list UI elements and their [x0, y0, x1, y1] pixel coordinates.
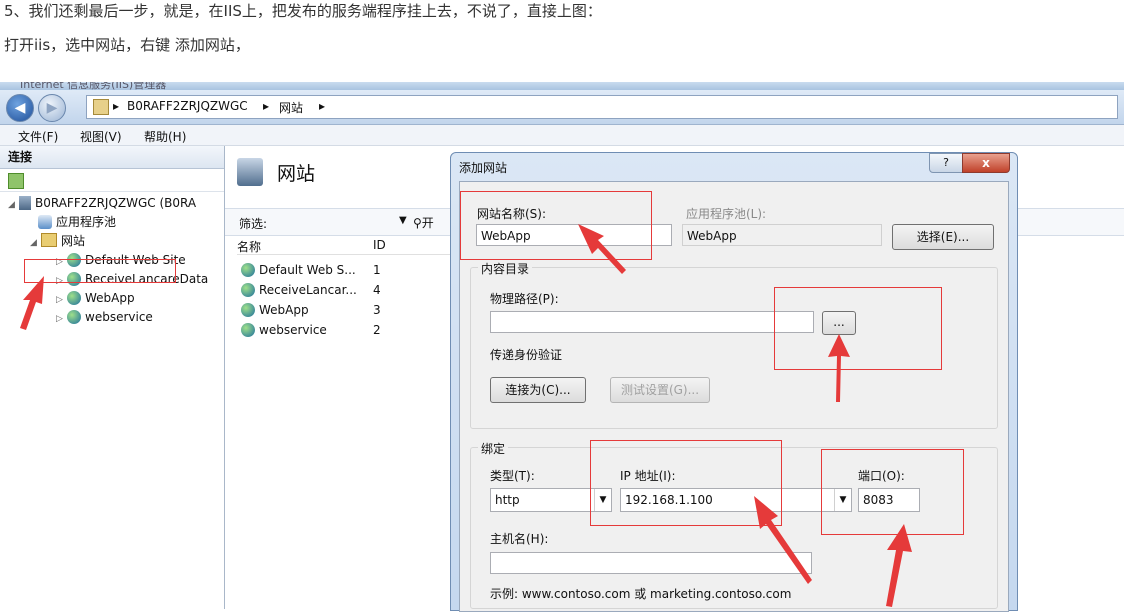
- binoculars-icon: ⚲: [413, 216, 422, 230]
- forward-button[interactable]: ▶: [38, 94, 66, 122]
- type-label: 类型(T):: [490, 469, 535, 483]
- breadcrumb-separator-icon: ▸: [263, 99, 270, 113]
- connections-pane: 连接 ◢ B0RAFF2ZRJQZWGC (B0RA 应用程序池 ◢ 网站 ▷ Def…: [0, 146, 225, 609]
- page-title-text: 网站: [277, 163, 316, 185]
- tree-node-site[interactable]: ▷ WebApp: [56, 289, 135, 307]
- physical-path-input[interactable]: [490, 311, 814, 333]
- connections-toolbar: [0, 169, 224, 192]
- highlight-box-browse: [774, 287, 942, 370]
- address-bar: ◀ ▶ ▸ B0RAFF2ZRJQZWGC ▸ 网站 ▸: [0, 90, 1124, 125]
- globe-icon: [241, 303, 255, 317]
- intro-line-1: 5、我们还剩最后一步，就是，在IIS上，把发布的服务端程序挂上去，不说了，直接上…: [4, 2, 602, 20]
- breadcrumb-separator-icon: ▸: [113, 99, 120, 113]
- hostname-input[interactable]: [490, 552, 812, 574]
- row-name: ReceiveLancar...: [259, 283, 357, 297]
- tree-node-app-pools[interactable]: 应用程序池: [38, 213, 116, 231]
- hostname-example: 示例: www.contoso.com 或 marketing.contoso.…: [490, 587, 792, 601]
- filter-dropdown-icon[interactable]: ▼: [399, 215, 407, 226]
- table-row[interactable]: webservice 2: [241, 320, 381, 340]
- app-pool-label: 应用程序池(L):: [686, 207, 767, 221]
- table-row[interactable]: ReceiveLancar... 4: [241, 280, 381, 300]
- menu-bar: 文件(F) 视图(V) 帮助(H): [0, 125, 1124, 146]
- col-id[interactable]: ID: [373, 238, 386, 252]
- menu-view[interactable]: 视图(V): [80, 128, 122, 145]
- row-name: webservice: [259, 323, 327, 337]
- close-button[interactable]: x: [962, 153, 1010, 173]
- back-arrow-icon: ◀: [14, 100, 26, 116]
- globe-icon: [241, 283, 255, 297]
- tree-site-label: webservice: [85, 310, 153, 324]
- iis-page-icon: [93, 99, 109, 115]
- connect-icon[interactable]: [8, 173, 24, 189]
- globe-icon: [241, 323, 255, 337]
- breadcrumb-separator-icon: ▸: [319, 99, 326, 113]
- highlight-box-site-name: [460, 191, 652, 260]
- hostname-label: 主机名(H):: [490, 532, 549, 546]
- row-id: 4: [373, 283, 381, 297]
- table-row[interactable]: WebApp 3: [241, 300, 381, 320]
- tree-node-site[interactable]: ▷ webservice: [56, 308, 153, 326]
- menu-file[interactable]: 文件(F): [18, 128, 58, 145]
- row-id: 1: [373, 263, 381, 277]
- row-id: 2: [373, 323, 381, 337]
- globe-icon: [67, 291, 81, 305]
- row-name: Default Web S...: [259, 263, 356, 277]
- server-icon: [19, 196, 31, 210]
- app-pool-field: WebApp: [682, 224, 882, 246]
- filter-label: 筛选:: [239, 217, 268, 231]
- expand-icon[interactable]: ▷: [56, 310, 64, 328]
- globe-icon: [241, 263, 255, 277]
- tree-app-pools-label: 应用程序池: [56, 215, 117, 229]
- highlight-box-port: [821, 449, 964, 535]
- highlight-box-ip: [590, 440, 782, 526]
- tree-site-label: WebApp: [85, 291, 135, 305]
- collapse-icon[interactable]: ◢: [8, 196, 16, 214]
- table-row[interactable]: Default Web S... 1: [241, 260, 381, 280]
- menu-help[interactable]: 帮助(H): [144, 128, 186, 145]
- highlight-box-sites-node: [24, 259, 176, 283]
- sites-folder-icon: [41, 233, 57, 247]
- app-pool-icon: [38, 215, 52, 229]
- filter-go-button[interactable]: ⚲开: [413, 214, 434, 231]
- binding-title: 绑定: [478, 440, 509, 457]
- tree-node-sites[interactable]: ◢ 网站: [30, 232, 85, 250]
- test-settings-button[interactable]: 测试设置(G)...: [610, 377, 710, 403]
- tree-node-server[interactable]: ◢ B0RAFF2ZRJQZWGC (B0RA: [8, 194, 196, 212]
- select-app-pool-button[interactable]: 选择(E)...: [892, 224, 994, 250]
- breadcrumb-server[interactable]: B0RAFF2ZRJQZWGC: [127, 99, 248, 113]
- physical-path-label: 物理路径(P):: [490, 292, 559, 306]
- tree-sites-label: 网站: [61, 234, 86, 248]
- connect-as-button[interactable]: 连接为(C)...: [490, 377, 586, 403]
- intro-line-2: 打开iis，选中网站，右键 添加网站，: [4, 36, 250, 54]
- collapse-icon[interactable]: ◢: [30, 234, 38, 252]
- sites-table-header: 名称 ID: [237, 236, 457, 255]
- forward-arrow-icon: ▶: [46, 100, 58, 116]
- help-button[interactable]: ?: [929, 153, 963, 173]
- connections-header: 连接: [0, 146, 224, 169]
- dialog-title: 添加网站: [459, 161, 508, 175]
- type-select-value: http: [495, 493, 520, 507]
- content-directory-title: 内容目录: [478, 260, 533, 277]
- col-name[interactable]: 名称: [237, 238, 261, 255]
- sites-server-icon: [237, 158, 263, 186]
- breadcrumb[interactable]: ▸ B0RAFF2ZRJQZWGC ▸ 网站 ▸: [86, 95, 1118, 119]
- breadcrumb-sites[interactable]: 网站: [279, 99, 303, 116]
- page-title: 网站: [237, 158, 315, 186]
- row-id: 3: [373, 303, 381, 317]
- expand-icon[interactable]: ▷: [56, 291, 64, 309]
- back-button[interactable]: ◀: [6, 94, 34, 122]
- tree-server-label: B0RAFF2ZRJQZWGC (B0RA: [35, 196, 197, 210]
- window-title-strip: Internet 信息服务(IIS)管理器: [0, 82, 1124, 91]
- row-name: WebApp: [259, 303, 309, 317]
- pass-auth-label: 传递身份验证: [490, 348, 563, 362]
- filter-go-label: 开: [421, 216, 434, 230]
- globe-icon: [67, 310, 81, 324]
